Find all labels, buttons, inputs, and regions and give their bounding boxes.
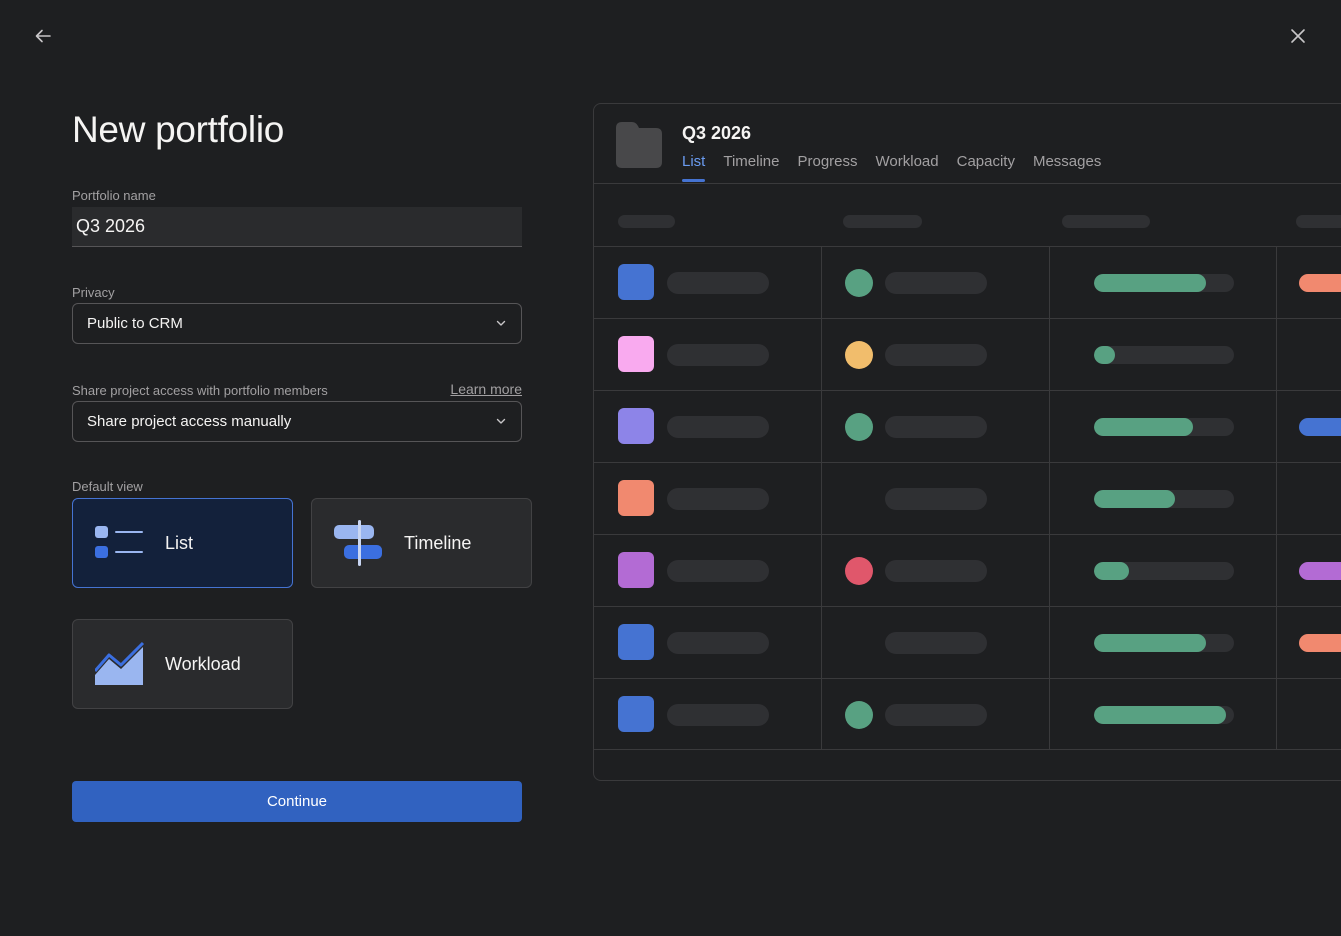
progress-bar <box>1094 706 1234 724</box>
progress-bar <box>1094 346 1234 364</box>
table-row <box>594 390 1341 462</box>
table-row <box>594 606 1341 678</box>
list-view-icon <box>95 520 145 566</box>
continue-button[interactable]: Continue <box>72 781 522 822</box>
view-option-timeline[interactable]: Timeline <box>311 498 532 588</box>
folder-icon <box>616 122 662 168</box>
project-name-placeholder <box>667 272 769 294</box>
back-arrow-icon[interactable] <box>29 22 57 50</box>
owner-placeholder <box>885 272 987 294</box>
portfolio-preview: Q3 2026 List Timeline Progress Workload … <box>593 103 1341 781</box>
tag-pill <box>1299 418 1341 436</box>
portfolio-name-input[interactable] <box>72 207 522 247</box>
table-row <box>594 462 1341 534</box>
progress-bar <box>1094 490 1234 508</box>
column-header-placeholder <box>1062 215 1150 228</box>
page-title: New portfolio <box>72 109 285 150</box>
progress-fill <box>1094 346 1115 364</box>
new-portfolio-form: New portfolio Portfolio name Privacy Pub… <box>72 108 532 822</box>
progress-fill <box>1094 274 1206 292</box>
preview-title: Q3 2026 <box>682 123 752 143</box>
owner-placeholder <box>885 416 987 438</box>
privacy-select-value: Public to CRM <box>87 315 183 332</box>
chevron-down-icon <box>496 320 506 326</box>
share-access-select-value: Share project access manually <box>87 413 292 430</box>
project-color-swatch <box>618 696 654 732</box>
owner-placeholder <box>885 488 987 510</box>
status-dot <box>845 269 873 297</box>
view-option-list[interactable]: List <box>72 498 293 588</box>
progress-fill <box>1094 634 1206 652</box>
tab-progress[interactable]: Progress <box>797 153 857 182</box>
tag-pill <box>1299 634 1341 652</box>
project-name-placeholder <box>667 560 769 582</box>
project-color-swatch <box>618 624 654 660</box>
status-dot <box>845 413 873 441</box>
table-row <box>594 246 1341 318</box>
project-color-swatch <box>618 264 654 300</box>
progress-bar <box>1094 634 1234 652</box>
close-icon[interactable] <box>1284 22 1312 50</box>
owner-placeholder <box>885 344 987 366</box>
project-color-swatch <box>618 336 654 372</box>
column-header-placeholder <box>618 215 675 228</box>
table-row <box>594 678 1341 750</box>
view-option-label: Timeline <box>404 532 472 553</box>
owner-placeholder <box>885 560 987 582</box>
project-name-placeholder <box>667 632 769 654</box>
project-color-swatch <box>618 480 654 516</box>
progress-fill <box>1094 562 1129 580</box>
column-divider <box>821 246 822 750</box>
column-divider <box>1049 246 1050 750</box>
table-bottom-divider <box>594 749 1341 750</box>
progress-bar <box>1094 418 1234 436</box>
status-dot <box>845 341 873 369</box>
privacy-select[interactable]: Public to CRM <box>72 303 522 344</box>
share-access-select[interactable]: Share project access manually <box>72 401 522 442</box>
project-color-swatch <box>618 408 654 444</box>
project-name-placeholder <box>667 416 769 438</box>
tag-pill <box>1299 562 1341 580</box>
progress-bar <box>1094 274 1234 292</box>
tab-capacity[interactable]: Capacity <box>957 153 1015 182</box>
table-row <box>594 534 1341 606</box>
column-header-placeholder <box>1296 215 1341 228</box>
progress-fill <box>1094 490 1176 508</box>
tab-messages[interactable]: Messages <box>1033 153 1101 182</box>
project-name-placeholder <box>667 488 769 510</box>
owner-placeholder <box>885 704 987 726</box>
project-color-swatch <box>618 552 654 588</box>
privacy-label: Privacy <box>72 285 115 300</box>
tab-timeline[interactable]: Timeline <box>723 153 779 182</box>
portfolio-name-label: Portfolio name <box>72 188 156 203</box>
learn-more-link[interactable]: Learn more <box>450 381 522 397</box>
progress-fill <box>1094 706 1226 724</box>
progress-fill <box>1094 418 1194 436</box>
project-name-placeholder <box>667 344 769 366</box>
project-name-placeholder <box>667 704 769 726</box>
tab-list[interactable]: List <box>682 153 706 182</box>
status-dot <box>845 557 873 585</box>
chevron-down-icon <box>496 418 506 424</box>
owner-placeholder <box>885 632 987 654</box>
status-dot <box>845 701 873 729</box>
view-option-label: List <box>165 532 194 553</box>
progress-bar <box>1094 562 1234 580</box>
view-option-workload[interactable]: Workload <box>72 619 293 709</box>
column-divider <box>1276 246 1277 750</box>
column-header-placeholder <box>843 215 922 228</box>
view-option-label: Workload <box>165 653 241 674</box>
table-row <box>594 318 1341 390</box>
preview-header: Q3 2026 List Timeline Progress Workload … <box>594 104 1341 184</box>
preview-tabs: List Timeline Progress Workload Capacity… <box>682 153 1101 182</box>
workload-view-icon <box>93 641 145 687</box>
share-access-row: Share project access with portfolio memb… <box>72 381 522 400</box>
share-access-label: Share project access with portfolio memb… <box>72 383 328 398</box>
tab-workload[interactable]: Workload <box>876 153 939 182</box>
timeline-view-icon <box>334 520 384 566</box>
tag-pill <box>1299 274 1341 292</box>
default-view-label: Default view <box>72 479 143 494</box>
